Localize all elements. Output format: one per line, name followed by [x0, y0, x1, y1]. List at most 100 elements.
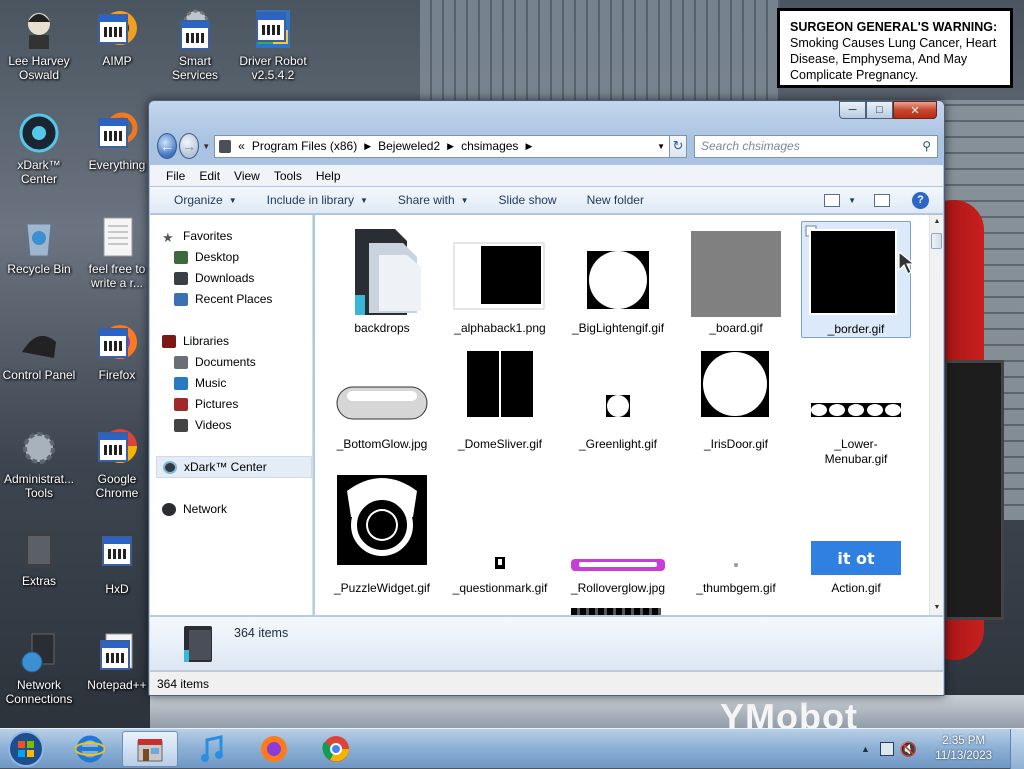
scroll-thumb[interactable]	[931, 233, 942, 249]
include-in-library-button[interactable]: Include in library ▼	[267, 193, 368, 207]
file-item[interactable]: _PuzzleWidget.gif	[327, 461, 437, 596]
nav-favorites[interactable]: ★ Favorites	[162, 229, 232, 245]
desktop-icon-notepad-plus-plus[interactable]: Notepad++	[78, 632, 156, 692]
chevron-up-icon[interactable]: ▲	[861, 744, 870, 754]
scroll-up-icon[interactable]: ▲	[930, 215, 944, 229]
admin-tools-icon	[18, 426, 60, 468]
everything-icon	[96, 112, 138, 154]
nav-desktop[interactable]: Desktop	[174, 250, 239, 264]
menu-file[interactable]: File	[166, 169, 185, 183]
network-tray-icon[interactable]	[879, 742, 894, 756]
desktop-icon-text-file[interactable]: feel free to write a r...	[78, 216, 156, 290]
nav-documents[interactable]: Documents	[174, 355, 256, 369]
menu-view[interactable]: View	[234, 169, 260, 183]
file-item[interactable]: _thumbgem.gif	[681, 461, 791, 596]
search-icon[interactable]: ⚲	[922, 139, 931, 153]
desktop-icon-everything[interactable]: Everything	[78, 112, 156, 172]
breadcrumb-program-files[interactable]: Program Files (x86)	[252, 139, 357, 153]
search-input[interactable]: Search chsimages ⚲	[693, 134, 938, 158]
clock[interactable]: 2:35 PM 11/13/2023	[935, 734, 992, 764]
image-thumbnail	[811, 403, 901, 417]
breadcrumb-overflow[interactable]: «	[238, 139, 245, 153]
chevron-right-icon[interactable]: ▶	[447, 141, 454, 152]
nav-music[interactable]: Music	[174, 376, 226, 390]
desktop-icon-lee-harvey-oswald[interactable]: Lee Harvey Oswald	[0, 8, 78, 82]
maximize-button[interactable]: □	[866, 101, 893, 119]
refresh-button[interactable]: ↻	[670, 134, 687, 158]
preview-pane-icon[interactable]	[874, 193, 890, 207]
nav-xdark-center[interactable]: xDark™ Center	[156, 456, 312, 478]
status-bar: 364 items	[150, 671, 943, 695]
taskbar-internet-explorer[interactable]	[62, 731, 118, 767]
desktop-icon-admin-tools[interactable]: Administrat... Tools	[0, 426, 78, 500]
desktop-icon-control-panel[interactable]: Control Panel	[0, 322, 78, 382]
file-item[interactable]: _BottomGlow.jpg	[327, 343, 437, 452]
scroll-down-icon[interactable]: ▼	[930, 601, 944, 615]
taskbar-firefox[interactable]	[246, 731, 302, 767]
start-button[interactable]	[0, 731, 52, 767]
new-folder-button[interactable]: New folder	[587, 193, 644, 207]
taskbar-music[interactable]	[184, 731, 240, 767]
forward-button[interactable]: →	[179, 133, 200, 159]
nav-recent-places[interactable]: Recent Places	[174, 292, 272, 306]
address-bar[interactable]: « Program Files (x86) ▶ Bejeweled2 ▶ chs…	[214, 134, 671, 158]
file-item[interactable]: it ot Action.gif	[801, 461, 911, 596]
recent-pages-dropdown[interactable]: ▼	[202, 142, 210, 151]
breadcrumb-bejeweled2[interactable]: Bejeweled2	[378, 139, 440, 153]
file-item[interactable]: _IrisDoor.gif	[681, 343, 791, 452]
minimize-button[interactable]: ─	[839, 101, 866, 119]
share-with-button[interactable]: Share with ▼	[398, 193, 469, 207]
desktop-icon-hxd[interactable]: HxD	[78, 528, 156, 596]
explorer-window[interactable]: ─ □ ✕ ← → ▼ « Program Files (x86) ▶ Beje…	[148, 100, 945, 696]
volume-muted-icon[interactable]: 🔇	[900, 741, 917, 758]
breadcrumb-chsimages[interactable]: chsimages	[461, 139, 518, 153]
file-item-selected[interactable]: _border.gif	[801, 221, 911, 338]
desktop-icon-recycle-bin[interactable]: Recycle Bin	[0, 216, 78, 276]
file-item[interactable]: backdrops	[327, 221, 437, 336]
taskbar-explorer[interactable]	[122, 731, 178, 767]
chevron-right-icon[interactable]: ▶	[364, 141, 371, 152]
taskbar-chrome[interactable]	[308, 731, 364, 767]
desktop-icon-extras[interactable]: Extras	[0, 528, 78, 588]
file-item[interactable]: _Greenlight.gif	[563, 343, 673, 452]
menu-tools[interactable]: Tools	[274, 169, 302, 183]
vertical-scrollbar[interactable]: ▲ ▼	[929, 215, 943, 615]
organize-button[interactable]: Organize ▼	[174, 193, 237, 207]
forward-arrow-icon: →	[182, 138, 197, 154]
back-button[interactable]: ←	[157, 133, 178, 159]
file-item[interactable]: _questionmark.gif	[445, 461, 555, 596]
file-item[interactable]: _Lower-Menubar.gif	[801, 343, 911, 467]
help-icon[interactable]: ?	[912, 191, 929, 209]
mouse-cursor-icon	[898, 250, 916, 275]
navigation-pane: ★ Favorites Desktop Downloads Recent Plac…	[150, 215, 313, 615]
view-options-icon[interactable]	[824, 193, 841, 207]
internet-explorer-icon	[75, 735, 105, 763]
nav-videos[interactable]: Videos	[174, 418, 231, 432]
menu-edit[interactable]: Edit	[199, 169, 220, 183]
hxd-icon	[96, 536, 138, 578]
desktop-icon-google-chrome[interactable]: Google Chrome	[78, 426, 156, 500]
desktop-icon-driver-robot[interactable]: Driver Robot v2.5.4.2	[234, 8, 312, 82]
desktop-icon-xdark-center[interactable]: xDark™ Center	[0, 112, 78, 186]
file-item[interactable]: _BigLightengif.gif	[563, 221, 673, 336]
chevron-right-icon[interactable]: ▶	[525, 141, 532, 152]
slide-show-button[interactable]: Slide show	[499, 193, 557, 207]
file-item[interactable]: _board.gif	[681, 221, 791, 336]
file-item[interactable]: _Rolloverglow.jpg	[563, 461, 673, 596]
nav-libraries[interactable]: Libraries	[162, 334, 229, 348]
address-dropdown-icon[interactable]: ▼	[653, 142, 669, 151]
menu-help[interactable]: Help	[316, 169, 341, 183]
desktop-icon-network-connections[interactable]: Network Connections	[0, 632, 78, 706]
show-desktop-button[interactable]	[1010, 729, 1024, 769]
desktop-icon-firefox[interactable]: Firefox	[78, 322, 156, 382]
nav-network[interactable]: Network	[162, 502, 227, 516]
file-item[interactable]: _alphaback1.png	[445, 221, 555, 336]
nav-downloads[interactable]: Downloads	[174, 271, 254, 285]
chevron-down-icon[interactable]: ▼	[848, 196, 856, 205]
file-item[interactable]: _DomeSliver.gif	[445, 343, 555, 452]
desktop-icon-smart-services[interactable]: Smart Services	[156, 8, 234, 82]
desktop-icon-aimp[interactable]: AIMP	[78, 8, 156, 68]
nav-pictures[interactable]: Pictures	[174, 397, 238, 411]
warning-title: SURGEON GENERAL'S WARNING:	[790, 20, 998, 34]
close-button[interactable]: ✕	[893, 101, 937, 119]
